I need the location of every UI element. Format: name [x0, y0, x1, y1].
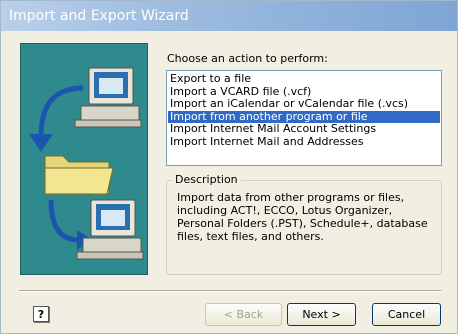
description-label: Description	[172, 173, 241, 186]
wizard-window: Import and Export Wizard Choose an actio…	[0, 0, 458, 334]
help-icon[interactable]: ?	[33, 306, 49, 322]
title-bar[interactable]: Import and Export Wizard	[1, 1, 457, 31]
computer-icon-top	[74, 67, 142, 128]
action-option-import-icalendar[interactable]: Import an iCalendar or vCalendar file (.…	[168, 98, 440, 111]
wizard-illustration	[20, 43, 148, 275]
footer-divider	[19, 290, 441, 292]
description-text: Import data from other programs or files…	[177, 191, 428, 243]
window-title: Import and Export Wizard	[9, 8, 189, 24]
arrow-icon-right	[48, 199, 80, 243]
import-export-art	[29, 67, 144, 260]
action-option-import-mail-addresses[interactable]: Import Internet Mail and Addresses	[168, 135, 440, 149]
arrow-icon-down	[38, 85, 84, 137]
cancel-button[interactable]: Cancel	[372, 303, 441, 326]
folder-icon	[44, 155, 114, 195]
back-button[interactable]: < Back	[205, 303, 282, 326]
action-option-export-file[interactable]: Export to a file	[168, 72, 440, 86]
action-prompt: Choose an action to perform:	[167, 52, 328, 65]
next-button[interactable]: Next >	[287, 303, 356, 326]
computer-icon-bottom	[76, 199, 144, 260]
action-listbox[interactable]: Export to a file Import a VCARD file (.v…	[166, 70, 442, 166]
